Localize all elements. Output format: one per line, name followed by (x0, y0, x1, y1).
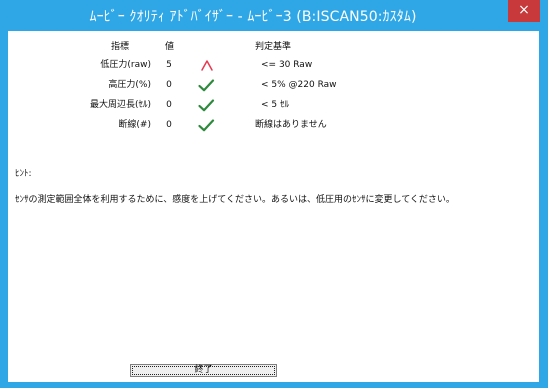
hint-text: ｾﾝｻの測定範囲全体を利用するために、感度を上げてください。あるいは、低圧用のｾ… (15, 195, 455, 205)
row-breaks-criterion: 断線はありません (255, 120, 327, 130)
window-title: ﾑｰﾋﾞｰ ｸｵﾘﾃｨ ｱﾄﾞﾊﾞｲｻﾞｰ - ﾑｰﾋﾞｰ3 (B:ISCAN5… (89, 9, 417, 25)
content-area: 指標 値 判定基準 低圧力(raw) 5 <= 30 Raw 高圧力(%) 0 … (8, 31, 539, 382)
hint-label: ﾋﾝﾄ: (15, 169, 32, 179)
row-low-pressure-criterion: <= 30 Raw (261, 60, 313, 70)
finish-button[interactable]: 終了 (130, 364, 277, 377)
check-icon (197, 78, 215, 93)
row-high-pressure-value: 0 (166, 80, 172, 90)
movie-quality-advisor-window: ﾑｰﾋﾞｰ ｸｵﾘﾃｨ ｱﾄﾞﾊﾞｲｻﾞｰ - ﾑｰﾋﾞｰ3 (B:ISCAN5… (0, 0, 548, 388)
metric-header: 指標 (111, 42, 130, 52)
check-icon (197, 98, 215, 113)
criterion-header: 判定基準 (255, 42, 292, 52)
row-low-pressure-value: 5 (166, 60, 172, 70)
close-button[interactable]: × (508, 0, 540, 22)
warning-icon (198, 58, 216, 73)
title-bar[interactable]: ﾑｰﾋﾞｰ ｸｵﾘﾃｨ ｱﾄﾞﾊﾞｲｻﾞｰ - ﾑｰﾋﾞｰ3 (B:ISCAN5… (0, 0, 548, 31)
row-max-perimeter-name: 最大周辺長(ｾﾙ) (89, 100, 151, 110)
quality-metrics-table: 指標 値 判定基準 低圧力(raw) 5 <= 30 Raw 高圧力(%) 0 … (8, 31, 539, 151)
row-max-perimeter-value: 0 (166, 100, 172, 110)
row-low-pressure-name: 低圧力(raw) (100, 60, 151, 70)
value-header: 値 (165, 42, 175, 52)
check-icon (197, 118, 215, 133)
row-breaks-name: 断線(#) (118, 120, 151, 130)
row-high-pressure-criterion: < 5% @220 Raw (261, 80, 337, 90)
row-breaks-value: 0 (166, 120, 172, 130)
row-max-perimeter-criterion: < 5 ｾﾙ (261, 100, 289, 110)
row-high-pressure-name: 高圧力(%) (108, 80, 151, 90)
